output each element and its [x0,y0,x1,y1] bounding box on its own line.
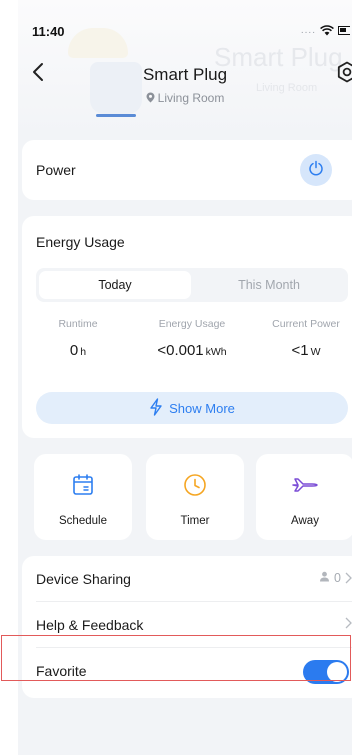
tab-this-month[interactable]: This Month [193,271,345,299]
power-label: Power [36,162,76,178]
stat-value: <0.001 kWh [157,342,227,359]
energy-usage-card: Energy Usage Today This Month Runtime 0h… [22,216,352,438]
device-sharing-meta: 0 [319,571,352,585]
stat-current-power: Current Power <1 W [254,318,352,359]
page-title: Smart Plug [142,65,228,84]
stat-label: Runtime [58,318,98,330]
settings-button[interactable] [336,61,352,88]
power-icon [308,160,324,181]
tab-today[interactable]: Today [39,271,191,299]
status-icons: .... [301,25,350,36]
stat-label: Current Power [272,318,340,330]
calendar-icon [34,472,132,498]
stat-value: 0h [69,342,87,359]
stat-label: Energy Usage [158,318,226,330]
person-icon [319,571,330,585]
favorite-highlight-box [1,635,351,681]
clock-icon [146,472,244,498]
battery-icon [338,26,350,35]
help-feedback-meta [345,617,352,629]
schedule-tile[interactable]: Schedule [34,454,132,540]
help-feedback-label: Help & Feedback [36,617,144,633]
schedule-label: Schedule [59,515,107,527]
energy-usage-title: Energy Usage [36,234,125,250]
timer-label: Timer [180,515,210,527]
timer-tile[interactable]: Timer [146,454,244,540]
lightning-icon [149,397,163,419]
away-label: Away [291,515,319,527]
airplane-icon [256,472,352,498]
power-button[interactable] [300,154,332,186]
stat-value: <1 W [291,342,321,359]
status-bar: 11:40 .... [18,0,352,44]
device-location: Living Room [18,91,352,106]
device-sharing-label: Device Sharing [36,571,131,587]
wifi-icon [320,25,334,36]
stat-energy-usage: Energy Usage <0.001 kWh [140,318,244,359]
power-card: Power [22,140,352,200]
location-label: Living Room [157,91,225,105]
away-tile[interactable]: Away [256,454,352,540]
smart-plug-illustration-bar [96,114,136,117]
chevron-right-icon [345,572,352,584]
period-selector: Today This Month [36,268,348,302]
location-pin-icon [146,92,155,106]
device-sharing-row[interactable]: Device Sharing 0 [22,556,352,602]
status-time: 11:40 [32,24,65,39]
gear-icon [336,61,352,87]
chevron-right-icon [345,617,352,629]
stat-runtime: Runtime 0h [26,318,130,359]
shared-count: 0 [334,571,341,585]
signal-dots-icon: .... [300,25,316,36]
show-more-button[interactable]: Show More [36,392,348,424]
show-more-label: Show More [169,400,235,416]
